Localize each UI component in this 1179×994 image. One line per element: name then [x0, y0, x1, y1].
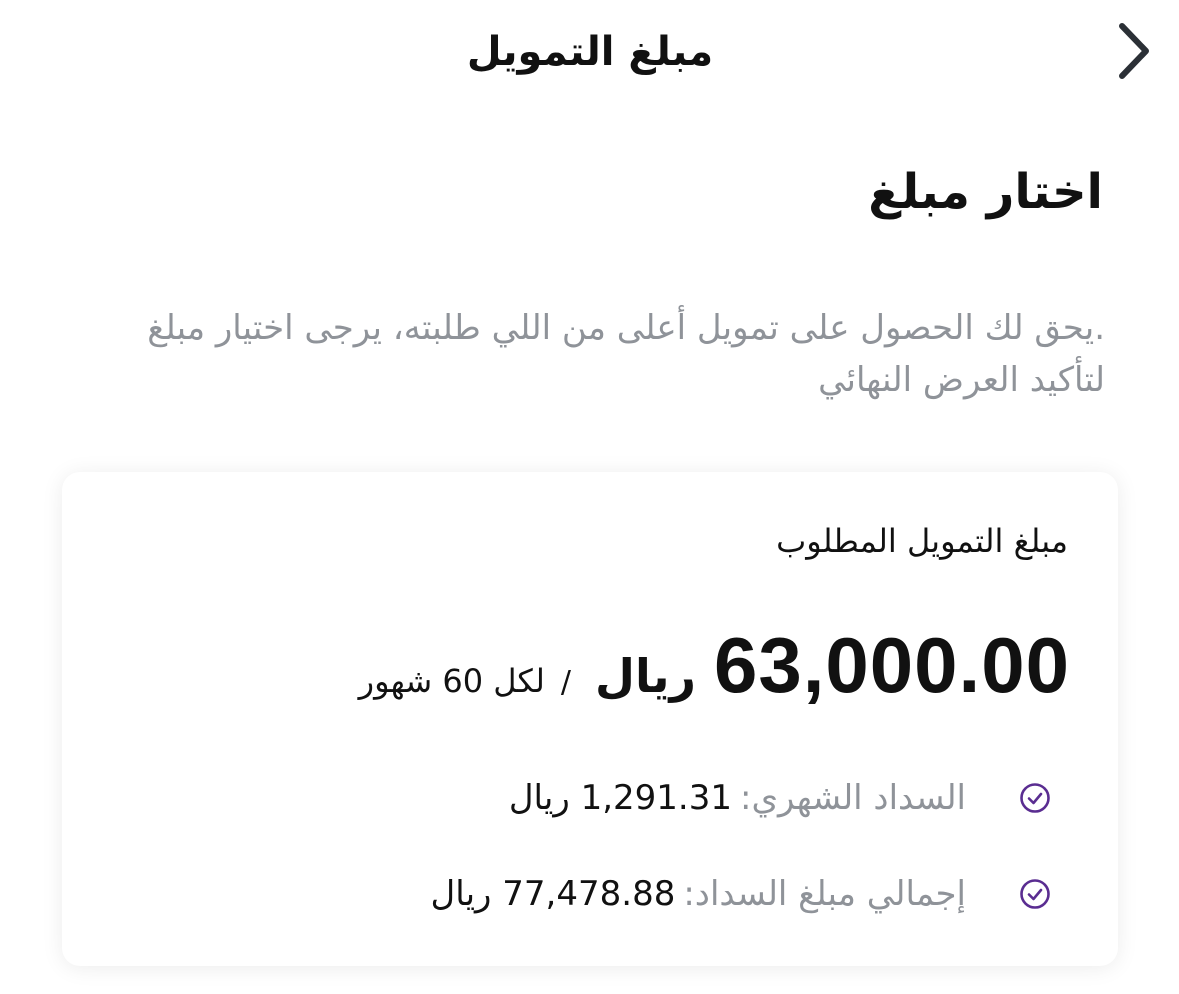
amount-separator: / [560, 665, 572, 700]
total-payment-value: 77,478.88 ريال [430, 874, 676, 914]
monthly-payment-label: السداد الشهري: [739, 778, 966, 818]
monthly-payment-row: السداد الشهري: 1,291.31 ريال [509, 778, 1052, 818]
financing-amount-card: مبلغ التمويل المطلوب 63,000.00 ريال / لك… [62, 472, 1118, 966]
requested-amount-label: مبلغ التمويل المطلوب [776, 522, 1068, 560]
section-title: اختار مبلغ [868, 164, 1103, 220]
amount-currency: ريال [595, 649, 696, 703]
amount-row: 63,000.00 ريال / لكل 60 شهور [359, 620, 1070, 711]
total-payment-label: إجمالي مبلغ السداد: [683, 874, 966, 914]
amount-term: لكل 60 شهور [358, 662, 545, 700]
page-title: مبلغ التمويل [466, 29, 714, 75]
check-circle-icon [1018, 877, 1052, 911]
total-payment-row: إجمالي مبلغ السداد: 77,478.88 ريال [431, 874, 1052, 914]
monthly-payment-value: 1,291.31 ريال [508, 778, 732, 818]
description-text: .يحق لك الحصول على تمويل أعلى من اللي طل… [147, 308, 1105, 400]
chevron-right-icon [1119, 23, 1149, 79]
amount-value: 63,000.00 [713, 621, 1070, 709]
back-button[interactable] [1102, 16, 1168, 86]
top-bar: مبلغ التمويل [0, 0, 1179, 104]
check-circle-icon [1018, 781, 1052, 815]
